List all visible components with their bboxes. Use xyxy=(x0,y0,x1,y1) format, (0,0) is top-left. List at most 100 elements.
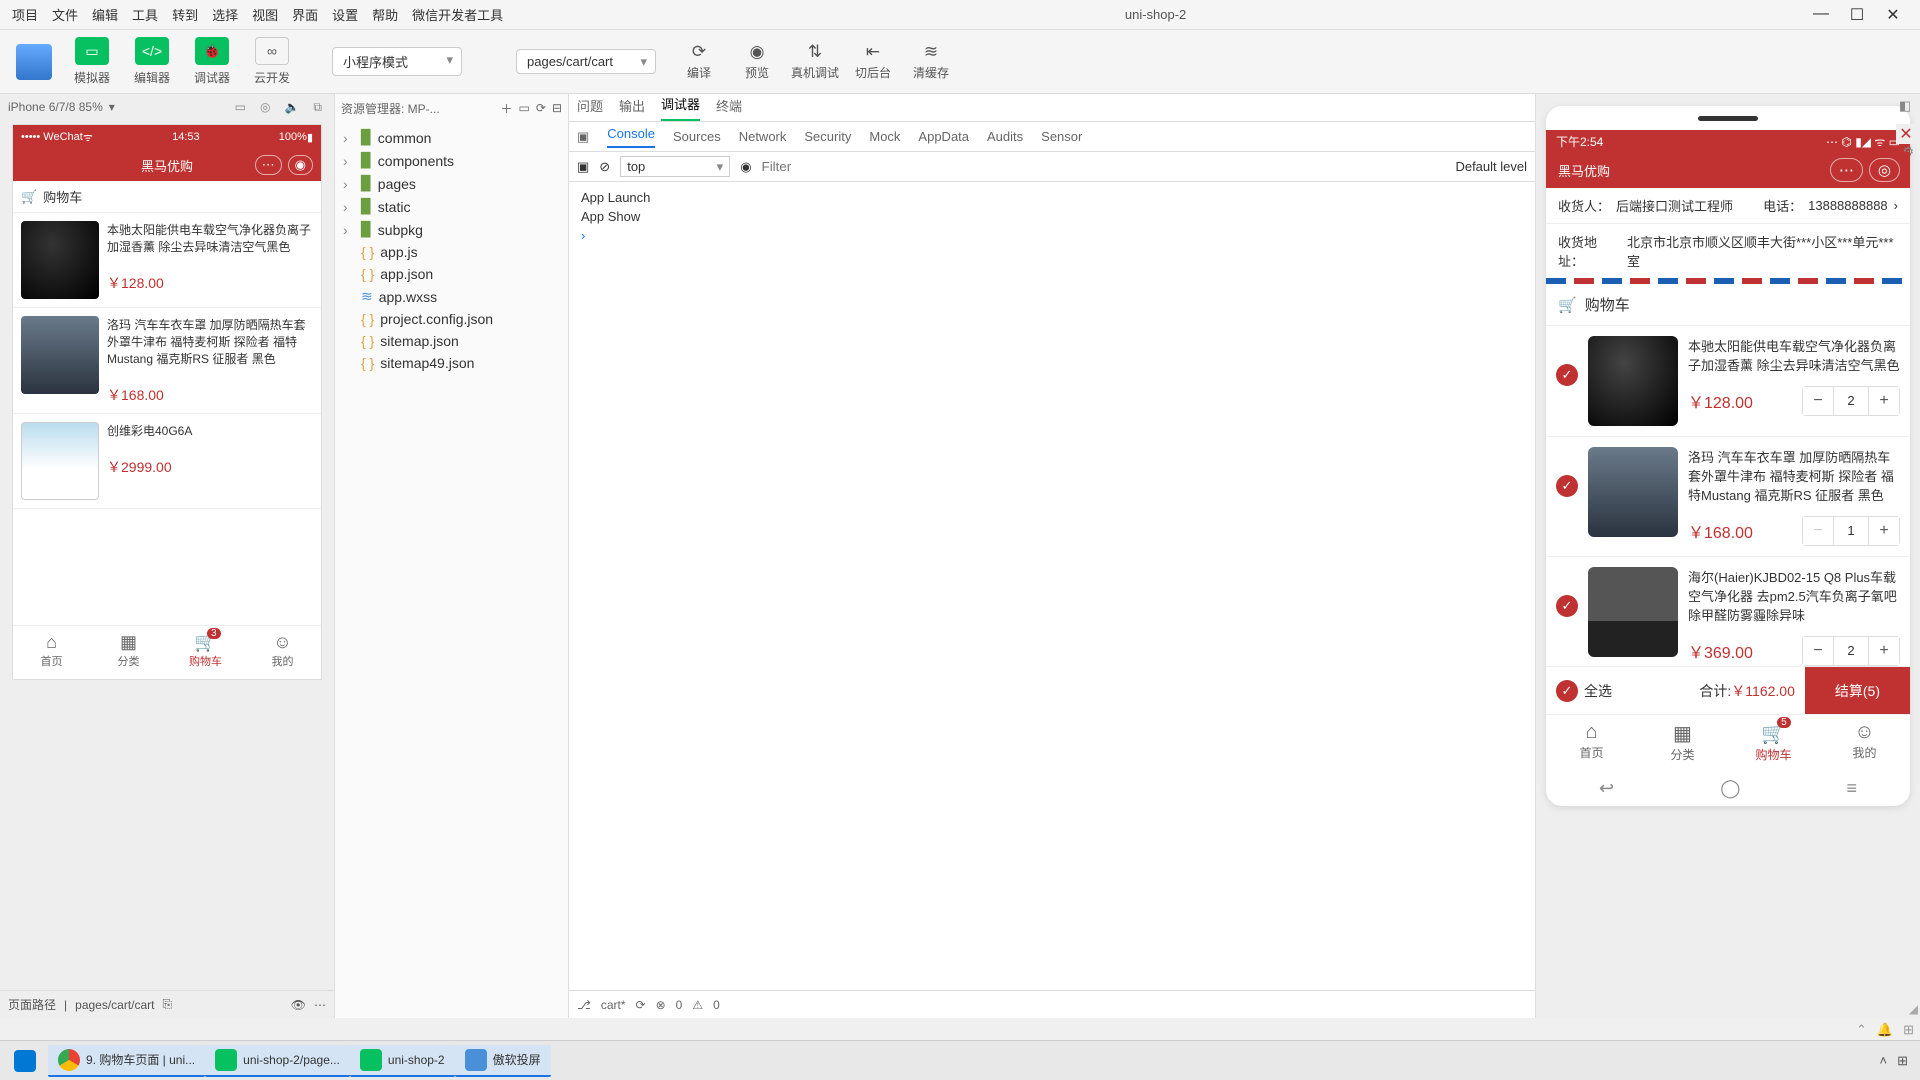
taskbar-item[interactable]: uni-shop-2 xyxy=(350,1045,455,1077)
cart-item[interactable]: 洛玛 汽车车衣车罩 加厚防晒隔热车套外罩牛津布 福特麦柯斯 探险者 福特Must… xyxy=(13,308,321,414)
clear-console-icon[interactable]: ⊘ xyxy=(599,159,610,175)
menu-item[interactable]: 设置 xyxy=(332,5,358,24)
log-level-select[interactable]: Default level xyxy=(1455,159,1527,174)
cart-item[interactable]: 本驰太阳能供电车载空气净化器负离子加湿香薰 除尘去异味清洁空气黑色 ￥128.0… xyxy=(13,213,321,308)
devtools-tab[interactable]: Sensor xyxy=(1041,129,1082,144)
sync-icon[interactable]: ⟳ xyxy=(636,998,646,1012)
back-nav-icon[interactable]: ↩ xyxy=(1599,778,1614,799)
file-node[interactable]: { }sitemap49.json xyxy=(335,352,568,374)
cloud-button[interactable]: ∞云开发 xyxy=(242,37,302,86)
menu-item[interactable]: 微信开发者工具 xyxy=(412,5,503,24)
device-select[interactable]: iPhone 6/7/8 85% xyxy=(8,100,103,114)
layout-icon[interactable]: ⊞ xyxy=(1903,1022,1914,1038)
menu-item[interactable]: 文件 xyxy=(52,5,78,24)
user-avatar[interactable] xyxy=(16,44,52,80)
decrement-button[interactable]: − xyxy=(1803,387,1833,415)
menu-item[interactable]: 帮助 xyxy=(372,5,398,24)
tray-chevron-icon[interactable]: ˄ xyxy=(1880,1053,1888,1069)
branch-icon[interactable]: ⎇ xyxy=(577,998,591,1012)
background-button[interactable]: ⇤切后台 xyxy=(844,42,902,81)
folder-node[interactable]: ›▉pages xyxy=(335,172,568,195)
console-prompt[interactable]: › xyxy=(581,226,1523,245)
new-folder-icon[interactable]: ▭ xyxy=(519,101,530,115)
checkout-button[interactable]: 结算(5) xyxy=(1805,667,1910,715)
output-tab[interactable]: 终端 xyxy=(716,96,742,121)
devtools-tab[interactable]: Sources xyxy=(673,129,721,144)
window-button[interactable]: ☐ xyxy=(1844,5,1870,25)
decrement-button[interactable]: − xyxy=(1803,517,1833,545)
realdevice-button[interactable]: ⇅真机调试 xyxy=(786,42,844,81)
live-icon[interactable]: ◉ xyxy=(740,159,751,175)
output-tab[interactable]: 调试器 xyxy=(661,94,700,121)
tab-item[interactable]: ▦分类 xyxy=(1637,715,1728,770)
folder-node[interactable]: ›▉subpkg xyxy=(335,218,568,241)
eye-icon[interactable]: 👁 xyxy=(291,998,306,1012)
side-user-icon[interactable]: ◧ xyxy=(1899,98,1911,114)
devtools-tab[interactable]: Network xyxy=(739,129,787,144)
copy-icon[interactable]: ⎘ xyxy=(163,997,173,1012)
window-button[interactable]: ✕ xyxy=(1880,5,1906,25)
file-node[interactable]: { }project.config.json xyxy=(335,308,568,330)
menu-item[interactable]: 工具 xyxy=(132,5,158,24)
taskbar-item[interactable]: 9. 购物车页面 | uni... xyxy=(48,1045,205,1077)
recent-nav-icon[interactable]: ≡ xyxy=(1846,778,1857,799)
popout-icon[interactable]: ⧉ xyxy=(309,100,326,115)
devtools-tab[interactable]: Console xyxy=(607,126,655,148)
menu-item[interactable]: 视图 xyxy=(252,5,278,24)
preview-button[interactable]: ◉预览 xyxy=(728,42,786,81)
file-node[interactable]: { }app.js xyxy=(335,241,568,263)
context-select[interactable]: top xyxy=(620,156,730,177)
new-file-icon[interactable]: ＋ xyxy=(501,100,513,117)
taskbar-item[interactable]: uni-shop-2/page... xyxy=(205,1045,350,1077)
decrement-button[interactable]: − xyxy=(1803,637,1833,665)
debugger-button[interactable]: 🐞调试器 xyxy=(182,37,242,86)
taskbar-item[interactable]: 傲软投屏 xyxy=(455,1045,551,1077)
folder-node[interactable]: ›▉components xyxy=(335,149,568,172)
resize-handle-icon[interactable]: ◢ xyxy=(1909,1002,1918,1016)
select-all-checkbox[interactable]: ✓ xyxy=(1556,680,1578,702)
tab-item[interactable]: 🛒购物车3 xyxy=(167,626,244,679)
item-checkbox[interactable]: ✓ xyxy=(1556,475,1578,497)
close-preview-icon[interactable]: ✕ xyxy=(1896,124,1910,144)
tab-item[interactable]: ☺我的 xyxy=(244,626,321,679)
menu-item[interactable]: 编辑 xyxy=(92,5,118,24)
output-tab[interactable]: 输出 xyxy=(619,96,645,121)
mode-select[interactable]: 小程序模式 xyxy=(332,47,462,76)
page-select[interactable]: pages/cart/cart xyxy=(516,49,656,74)
file-node[interactable]: { }app.json xyxy=(335,263,568,285)
start-button[interactable] xyxy=(4,1045,46,1077)
tab-item[interactable]: ⌂首页 xyxy=(13,626,90,679)
menu-capsule-icon[interactable]: ⋯ xyxy=(1830,158,1863,182)
rotate-icon[interactable]: ▭ xyxy=(231,100,250,114)
tray-network-icon[interactable]: ⊞ xyxy=(1897,1053,1908,1069)
close-capsule-icon[interactable]: ◉ xyxy=(288,155,313,175)
mute-icon[interactable]: ◎ xyxy=(256,100,274,114)
item-checkbox[interactable]: ✓ xyxy=(1556,595,1578,617)
devtools-tab[interactable]: Audits xyxy=(987,129,1023,144)
home-nav-icon[interactable]: ◯ xyxy=(1720,778,1740,799)
increment-button[interactable]: + xyxy=(1869,637,1899,665)
chevron-right-icon[interactable]: › xyxy=(1894,198,1898,213)
increment-button[interactable]: + xyxy=(1869,517,1899,545)
tab-item[interactable]: 🛒购物车5 xyxy=(1728,715,1819,770)
devtools-tab[interactable]: Security xyxy=(804,129,851,144)
tab-item[interactable]: ☺我的 xyxy=(1819,715,1910,770)
element-picker-icon[interactable]: ▣ xyxy=(577,129,589,145)
simulator-button[interactable]: ▭模拟器 xyxy=(62,37,122,86)
collapse-icon[interactable]: ⊟ xyxy=(552,101,562,115)
editor-button[interactable]: </>编辑器 xyxy=(122,37,182,86)
folder-node[interactable]: ›▉common xyxy=(335,126,568,149)
menu-item[interactable]: 转到 xyxy=(172,5,198,24)
menu-item[interactable]: 选择 xyxy=(212,5,238,24)
sound-icon[interactable]: 🔈 xyxy=(280,100,303,114)
file-node[interactable]: ≋app.wxss xyxy=(335,285,568,308)
menu-item[interactable]: 界面 xyxy=(292,5,318,24)
output-tab[interactable]: 问题 xyxy=(577,96,603,121)
filter-input[interactable] xyxy=(762,159,942,174)
more-icon[interactable]: ⋯ xyxy=(314,998,326,1012)
folder-node[interactable]: ›▉static xyxy=(335,195,568,218)
refresh-icon[interactable]: ⟳ xyxy=(536,101,546,115)
cache-button[interactable]: ≋清缓存 xyxy=(902,42,960,81)
menu-item[interactable]: 项目 xyxy=(12,5,38,24)
expand-icon[interactable]: ⌃ xyxy=(1856,1022,1867,1038)
